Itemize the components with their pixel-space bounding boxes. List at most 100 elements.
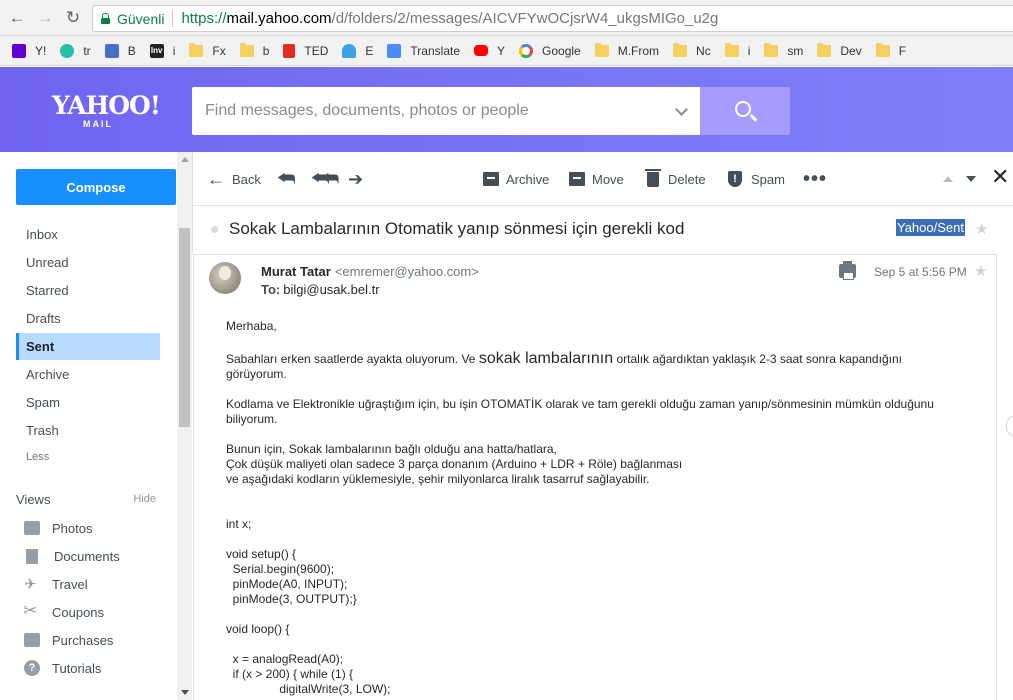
reply-all-button[interactable]: ⮪⮪ [311,152,339,206]
printer-icon[interactable] [839,261,856,280]
search-input[interactable] [205,102,665,120]
star-icon[interactable]: ★ [974,262,987,280]
back-arrow-icon[interactable]: ← [6,7,28,29]
reload-icon[interactable]: ↻ [62,7,84,29]
next-message-icon[interactable] [966,176,976,182]
sidebar-item-drafts[interactable]: Drafts [16,305,160,332]
less-link[interactable]: Less [16,444,160,471]
reply-icon: ⮪ [277,168,296,190]
close-icon[interactable]: ✕ [991,166,1009,188]
paragraph-1-start: Sabahları erken saatlerde ayakta oluyoru… [226,352,479,366]
scroll-up-icon[interactable] [181,157,189,162]
bookmark-sm[interactable]: sm [764,42,804,58]
bookmark-google[interactable]: Google [519,43,581,58]
bookmark-ted[interactable]: TED [283,43,328,58]
folder-icon [239,42,254,57]
bookmark-b[interactable]: B [104,43,136,58]
sender-name[interactable]: Murat Tatar [261,264,331,279]
bookmarks-bar: Y! tr B Inv i Fx b TED E Translate Y Goog… [0,36,1013,66]
back-button[interactable]: ← Back [207,152,261,206]
view-item-purchases[interactable]: Purchases [24,630,113,650]
message-panel: ← Back ⮪ ⮪⮪ ➔ Archive Move Delete ! Spam •… [192,152,1013,700]
paragraph-3-line-1: Bunun için, Sokak lambalarının bağlı old… [226,442,557,456]
bookmark-dev[interactable]: Dev [817,42,862,58]
view-item-photos[interactable]: Photos [24,518,92,538]
forward-icon: ➔ [348,169,364,189]
sender-email[interactable]: <emremer@yahoo.com> [335,264,479,279]
receipt-icon [24,633,40,647]
sidebar-item-trash[interactable]: Trash [16,417,160,444]
message-toolbar: ← Back ⮪ ⮪⮪ ➔ Archive Move Delete ! Spam •… [192,152,1013,206]
delete-button[interactable]: Delete [645,152,706,206]
sidebar-item-unread[interactable]: Unread [16,249,160,276]
folder-icon [817,42,832,57]
sidebar-item-inbox[interactable]: Inbox [16,221,160,248]
compose-button[interactable]: Compose [16,169,176,205]
reply-button[interactable]: ⮪ [277,152,303,206]
bookmark-tr[interactable]: tr [60,43,91,58]
more-button[interactable]: ••• [803,152,827,206]
bookmark-inv[interactable]: Inv i [149,43,175,58]
view-item-documents[interactable]: Documents [24,546,120,566]
youtube-icon [474,45,488,56]
bookmark-f[interactable]: F [875,42,906,58]
forward-button[interactable]: ➔ [348,152,370,206]
folder-icon [189,42,204,57]
circle-icon [60,43,75,58]
mail-header: YAHOO! MAIL [0,67,1013,152]
folder-tag[interactable]: Yahoo/Sent [896,219,965,236]
address-bar[interactable]: Güvenli https://mail.yahoo.com/d/folders… [92,5,1013,32]
chevron-down-icon[interactable] [675,103,688,116]
bookmark-label: b [262,43,270,58]
move-button[interactable]: Move [569,152,624,206]
recipient-address[interactable]: bilgi@usak.bel.tr [283,282,379,297]
bookmark-e[interactable]: E [342,43,373,58]
bookmark-b-folder[interactable]: b [239,42,270,58]
side-panel-handle[interactable] [1006,416,1013,436]
folder-icon [594,42,609,57]
previous-message-icon[interactable] [943,176,953,182]
view-item-tutorials[interactable]: ? Tutorials [24,658,101,678]
bookmark-label: Nc [696,43,711,58]
bookmark-nc[interactable]: Nc [673,42,711,58]
sidebar-item-starred[interactable]: Starred [16,277,160,304]
bookmark-label: M.From [617,43,660,58]
move-label: Move [592,171,624,187]
bookmark-label: Fx [212,43,226,58]
scrollbar-thumb[interactable] [179,228,190,427]
bookmark-label: sm [787,43,804,58]
sidebar-item-spam[interactable]: Spam [16,389,160,416]
read-status-dot[interactable] [211,226,218,233]
view-item-coupons[interactable]: Coupons [23,601,104,622]
inv-icon: Inv [149,43,164,58]
yahoo-mail-logo[interactable]: YAHOO! MAIL [52,91,161,129]
google-icon [519,43,534,58]
hide-views-link[interactable]: Hide [133,493,156,505]
sidebar-item-sent[interactable]: Sent [16,333,160,360]
star-icon[interactable]: ★ [975,220,988,238]
search-box [192,87,700,135]
scroll-down-icon[interactable] [181,690,189,695]
spam-button[interactable]: ! Spam [728,152,785,206]
bookmark-translate[interactable]: Translate [387,43,460,58]
bookmark-label: Google [542,43,581,58]
bookmark-label: B [127,43,136,58]
sidebar-scrollbar[interactable] [177,152,192,700]
logo-text: YAHOO! [52,91,161,120]
bookmark-yahoo[interactable]: Y! [12,43,46,58]
bookmark-youtube[interactable]: Y [474,44,505,58]
avatar [209,262,241,294]
bookmark-label: tr [83,43,91,58]
bookmark-mfrom[interactable]: M.From [594,42,660,58]
forward-arrow-icon[interactable]: → [34,7,56,29]
view-item-travel[interactable]: Travel [24,574,88,594]
logo-subtext: MAIL [83,119,113,129]
archive-button[interactable]: Archive [483,152,549,206]
code-setup: void setup() { Serial.begin(9600); pinMo… [226,547,357,606]
bookmark-fx[interactable]: Fx [189,42,226,58]
sidebar-item-archive[interactable]: Archive [16,361,160,388]
delete-label: Delete [668,171,706,187]
search-button[interactable] [700,87,790,135]
bookmark-i-folder[interactable]: i [724,42,750,58]
greeting: Merhaba, [226,319,277,333]
